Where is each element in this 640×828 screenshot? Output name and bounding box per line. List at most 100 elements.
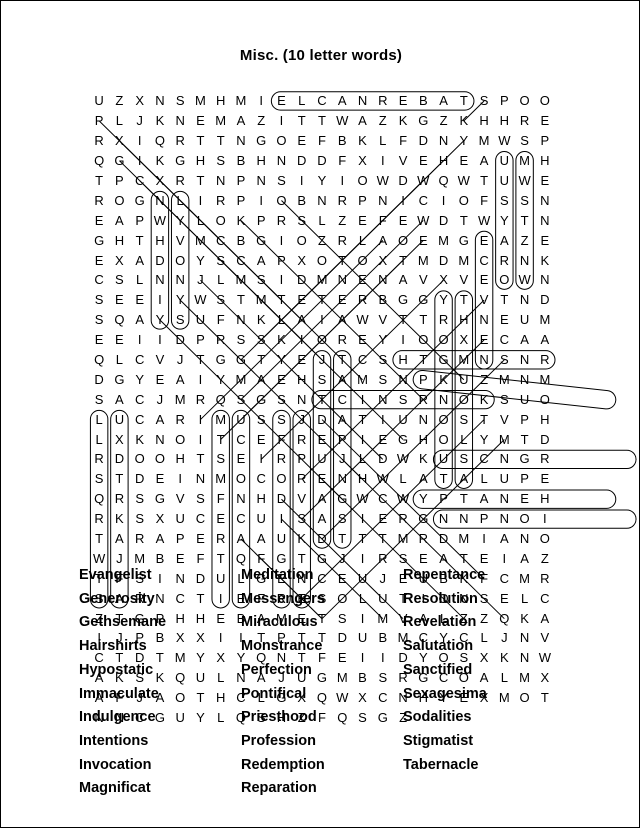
word-list-item[interactable]: Sexagesima [403,683,563,707]
grid-cell: S [256,411,266,427]
grid-cell: M [498,371,510,387]
grid-cell: S [216,451,226,467]
grid-cell: N [357,93,368,109]
grid-cell: N [215,173,226,188]
word-list-item[interactable]: Invocation [79,754,241,778]
grid-cell: E [337,292,347,308]
grid-cell: T [277,292,286,308]
grid-cell: E [196,531,205,547]
grid-cell: R [398,511,408,527]
grid-cell: O [539,531,550,547]
word-list-item[interactable]: Sanctified [403,659,563,683]
word-list-item[interactable]: Miraculous [241,611,403,635]
grid-cell: O [276,192,287,208]
grid-cell: S [479,93,489,109]
grid-cell: Q [215,391,226,407]
grid-cell: V [155,352,165,368]
grid-cell: W [194,292,207,308]
word-list-item[interactable]: Resolution [403,588,563,612]
grid-cell: Y [196,252,205,268]
grid-cell: Q [154,133,165,149]
grid-cell: P [297,451,307,467]
grid-cell: T [236,292,245,308]
grid-cell: P [439,491,448,507]
grid-cell: W [376,173,389,188]
grid-cell: S [459,451,469,467]
word-list-item[interactable]: Hypostatic [79,659,241,683]
grid-cell: A [297,312,307,328]
grid-cell: K [540,252,550,268]
grid-cell: N [256,173,266,188]
word-search-grid[interactable]: UZXNSMHMIELCANREBATSPOOPLJKNEMAZITTWAZKG… [89,91,637,724]
grid-cell: K [418,451,428,467]
grid-cell: A [135,252,144,268]
word-list-item[interactable]: Redemption [241,754,403,778]
word-list-item[interactable]: Sodalities [403,706,563,730]
grid-cell: N [540,272,550,288]
word-list-item[interactable]: Repentance [403,564,563,588]
grid-cell: Z [520,232,529,248]
grid-cell: N [519,531,530,547]
word-list-item[interactable]: Reparation [241,777,403,801]
grid-cell: A [256,531,266,547]
word-list-item[interactable]: Stigmatist [403,730,563,754]
grid-cell: I [360,391,365,407]
word-list-item[interactable]: Salutation [403,635,563,659]
grid-cell: S [216,292,226,308]
grid-cell: Q [438,173,449,188]
word-list-item[interactable]: Intentions [79,730,241,754]
word-list-item[interactable]: Gethsemane [79,611,241,635]
grid-cell: R [175,411,185,427]
grid-cell: O [114,192,125,208]
grid-cell: S [236,332,246,348]
grid-cell: P [540,133,550,149]
word-list-item[interactable]: Monstrance [241,635,403,659]
grid-cell: M [438,232,449,248]
grid-cell: C [236,511,246,527]
grid-cell: N [155,192,165,208]
grid-cell: H [297,371,307,387]
grid-cell: T [459,93,468,109]
grid-cell: M [215,471,227,487]
word-list-item[interactable]: Magnificat [79,777,241,801]
grid-cell: R [418,391,428,407]
grid-cell: I [279,272,284,288]
grid-cell: D [297,153,307,169]
word-list-item[interactable]: Evangelist [79,564,241,588]
word-list-item[interactable]: Immaculate [79,683,241,707]
word-list-item[interactable]: Meditation [241,564,403,588]
grid-cell: S [277,173,286,188]
grid-cell: G [235,352,246,368]
grid-cell: N [398,371,408,387]
grid-cell: C [418,192,428,208]
grid-cell: T [338,352,347,368]
grid-cell: T [196,173,205,188]
grid-cell: C [134,352,145,368]
grid-cell: C [195,511,206,527]
grid-cell: P [479,511,489,527]
grid-cell: U [317,451,327,467]
grid-cell: R [114,491,125,507]
grid-cell: N [438,391,449,407]
grid-cell: L [318,212,326,228]
word-list-item[interactable]: Hairshirts [79,635,241,659]
grid-cell: O [539,391,550,407]
grid-cell: N [195,471,206,487]
word-list-item[interactable]: Profession [241,730,403,754]
grid-cell: T [257,352,266,368]
word-list-item[interactable]: Messengers [241,588,403,612]
grid-cell: E [479,332,489,348]
word-list-item[interactable]: Perfection [241,659,403,683]
word-list-item[interactable]: Priesthood [241,706,403,730]
word-list-item[interactable]: Indulgence [79,706,241,730]
grid-cell: T [358,411,367,427]
word-list-item[interactable]: Generosity [79,588,241,612]
grid-cell: Y [418,491,428,507]
word-list-item[interactable]: Pontifical [241,683,403,707]
grid-cell: G [134,192,145,208]
word-list-item[interactable]: Revelation [403,611,563,635]
grid-cell: I [137,332,142,348]
word-list-item[interactable]: Tabernacle [403,754,563,778]
grid-cell: G [94,232,105,248]
grid-cell: A [337,411,347,427]
